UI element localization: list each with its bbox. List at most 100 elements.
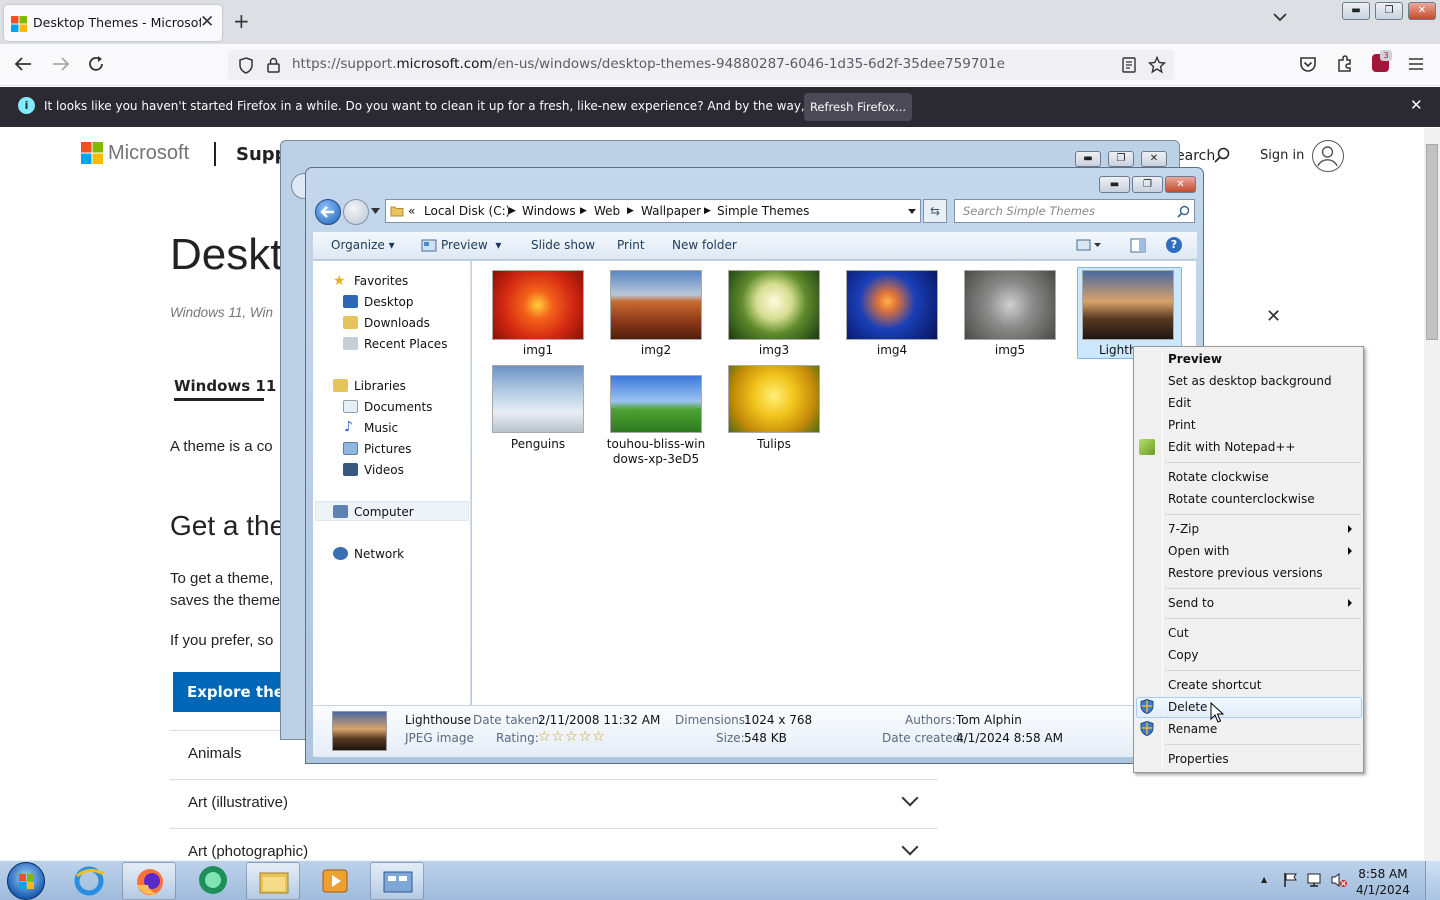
date-taken-value[interactable]: 2/11/2008 11:32 AM [538, 713, 660, 727]
search-icon[interactable] [1177, 205, 1190, 218]
microsoft-logo-icon[interactable] [81, 142, 103, 164]
sign-in-link[interactable]: Sign in [1260, 148, 1304, 163]
url-bar[interactable]: https://support.microsoft.com/en-us/wind… [228, 50, 1174, 80]
action-center-flag-icon[interactable] [1283, 872, 1299, 888]
maximize-button[interactable]: ❐ [1132, 176, 1163, 193]
scrollbar-thumb[interactable] [1426, 144, 1438, 340]
control-panel-taskbar-icon[interactable] [370, 862, 424, 900]
reader-view-icon[interactable] [1122, 57, 1136, 73]
rating-stars[interactable]: ☆☆☆☆☆ [538, 729, 606, 745]
help-icon[interactable]: ? [1166, 237, 1182, 253]
file-img4-name[interactable]: img4 [837, 343, 947, 357]
breadcrumb-web[interactable]: Web [594, 204, 620, 218]
nav-favorites[interactable]: Favorites [354, 274, 408, 288]
microsoft-brand-text[interactable]: Microsoft [108, 142, 189, 165]
back-icon[interactable] [14, 56, 32, 72]
restore-button[interactable]: ❐ [1108, 151, 1134, 167]
file-img1-thumbnail[interactable] [492, 270, 584, 340]
breadcrumb-separator-icon[interactable]: ▶ [580, 206, 587, 216]
search-link[interactable]: earch [1176, 148, 1215, 164]
accordion-art-illustrative[interactable]: Art (illustrative) [170, 779, 938, 828]
page-scrollbar[interactable] [1424, 128, 1440, 860]
file-lighthouse-name[interactable]: Lighth [1075, 343, 1135, 357]
menu-item-open-with[interactable]: Open with [1168, 544, 1229, 558]
app-taskbar-icon[interactable] [184, 862, 238, 900]
change-view-icon[interactable] [1076, 239, 1102, 252]
breadcrumb-separator-icon[interactable]: ▶ [627, 206, 634, 216]
back-button[interactable] [315, 199, 341, 225]
menu-item-edit[interactable]: Edit [1168, 396, 1191, 410]
menu-item-set-desktop-background[interactable]: Set as desktop background [1168, 374, 1332, 388]
internet-explorer-taskbar-icon[interactable] [62, 862, 116, 900]
organize-menu[interactable]: Organize ▾ [331, 238, 395, 252]
search-box[interactable]: Search Simple Themes [954, 199, 1195, 223]
preview-pane-icon[interactable] [1130, 238, 1146, 253]
tracking-protection-shield-icon[interactable] [238, 57, 254, 74]
file-img4-thumbnail[interactable] [846, 270, 938, 340]
notification-close-icon[interactable]: ✕ [1410, 96, 1423, 114]
hamburger-menu-icon[interactable] [1408, 57, 1424, 71]
file-img5-thumbnail[interactable] [964, 270, 1056, 340]
new-folder-button[interactable]: New folder [672, 238, 737, 252]
extensions-puzzle-icon[interactable] [1336, 55, 1354, 73]
nav-network[interactable]: Network [354, 547, 404, 561]
menu-item-restore-previous-versions[interactable]: Restore previous versions [1168, 566, 1323, 580]
file-img3-name[interactable]: img3 [719, 343, 829, 357]
tab-windows-11[interactable]: Windows 11 [174, 377, 276, 395]
menu-item-rename[interactable]: Rename [1168, 722, 1217, 736]
file-lighthouse-thumbnail[interactable] [1082, 270, 1174, 340]
nav-downloads[interactable]: Downloads [364, 316, 430, 330]
minimize-button[interactable]: ▬ [1075, 151, 1101, 167]
file-img5-name[interactable]: img5 [955, 343, 1065, 357]
menu-item-print[interactable]: Print [1168, 418, 1196, 432]
network-tray-icon[interactable] [1306, 872, 1324, 888]
start-button[interactable] [7, 862, 45, 900]
minimize-button[interactable]: ▬ [1342, 2, 1370, 20]
slide-show-button[interactable]: Slide show [531, 238, 595, 252]
file-img1-name[interactable]: img1 [483, 343, 593, 357]
menu-item-edit-with-notepad[interactable]: Edit with Notepad++ [1168, 440, 1295, 454]
list-all-tabs-icon[interactable] [1272, 12, 1288, 22]
accordion-art-photographic[interactable]: Art (photographic) [170, 828, 938, 860]
url-text[interactable]: https://support.microsoft.com/en-us/wind… [292, 56, 1005, 72]
authors-value[interactable]: Tom Alphin [956, 713, 1022, 727]
nav-computer[interactable]: Computer [354, 505, 414, 519]
forward-icon[interactable] [52, 56, 70, 72]
breadcrumb-local-disk[interactable]: Local Disk (C:) [424, 204, 510, 218]
menu-item-7zip[interactable]: 7-Zip [1168, 522, 1199, 536]
address-history-dropdown-icon[interactable] [908, 209, 916, 214]
breadcrumb-lead[interactable]: « [408, 204, 415, 218]
breadcrumb-separator-icon[interactable]: ▶ [509, 206, 516, 216]
minimize-button[interactable]: ▬ [1099, 176, 1130, 193]
restore-button[interactable]: ❐ [1375, 2, 1403, 20]
volume-muted-icon[interactable] [1330, 872, 1348, 888]
show-desktop-button[interactable] [1425, 861, 1440, 900]
tab-close-icon[interactable]: ✕ [200, 12, 214, 32]
menu-item-rotate-clockwise[interactable]: Rotate clockwise [1168, 470, 1269, 484]
forward-button[interactable] [343, 199, 369, 225]
close-icon[interactable]: ✕ [1266, 306, 1281, 327]
menu-item-properties[interactable]: Properties [1168, 752, 1229, 766]
file-img3-thumbnail[interactable] [728, 270, 820, 340]
file-tulips-thumbnail[interactable] [728, 365, 820, 433]
breadcrumb-separator-icon[interactable]: ▶ [704, 206, 711, 216]
bookmark-star-icon[interactable] [1148, 56, 1166, 74]
show-hidden-icons-button[interactable]: ▲ [1261, 875, 1267, 884]
firefox-taskbar-icon[interactable] [122, 862, 176, 900]
reload-icon[interactable] [87, 55, 105, 73]
print-button[interactable]: Print [617, 238, 645, 252]
nav-videos[interactable]: Videos [364, 463, 404, 477]
close-window-button[interactable]: ✕ [1165, 176, 1196, 193]
close-window-button[interactable]: ✕ [1141, 151, 1167, 167]
nav-music[interactable]: Music [364, 421, 398, 435]
close-window-button[interactable]: ✕ [1408, 2, 1436, 20]
address-bar[interactable]: « Local Disk (C:) ▶ Windows ▶ Web ▶ Wall… [385, 199, 921, 223]
preview-menu[interactable]: Preview ▾ [441, 238, 501, 252]
search-icon[interactable] [1214, 147, 1230, 163]
lock-icon[interactable] [267, 57, 280, 73]
menu-item-cut[interactable]: Cut [1168, 626, 1189, 640]
nav-recent-places[interactable]: Recent Places [364, 337, 447, 351]
file-img2-thumbnail[interactable] [610, 270, 702, 340]
menu-item-preview[interactable]: Preview [1168, 352, 1222, 366]
nav-pictures[interactable]: Pictures [364, 442, 412, 456]
